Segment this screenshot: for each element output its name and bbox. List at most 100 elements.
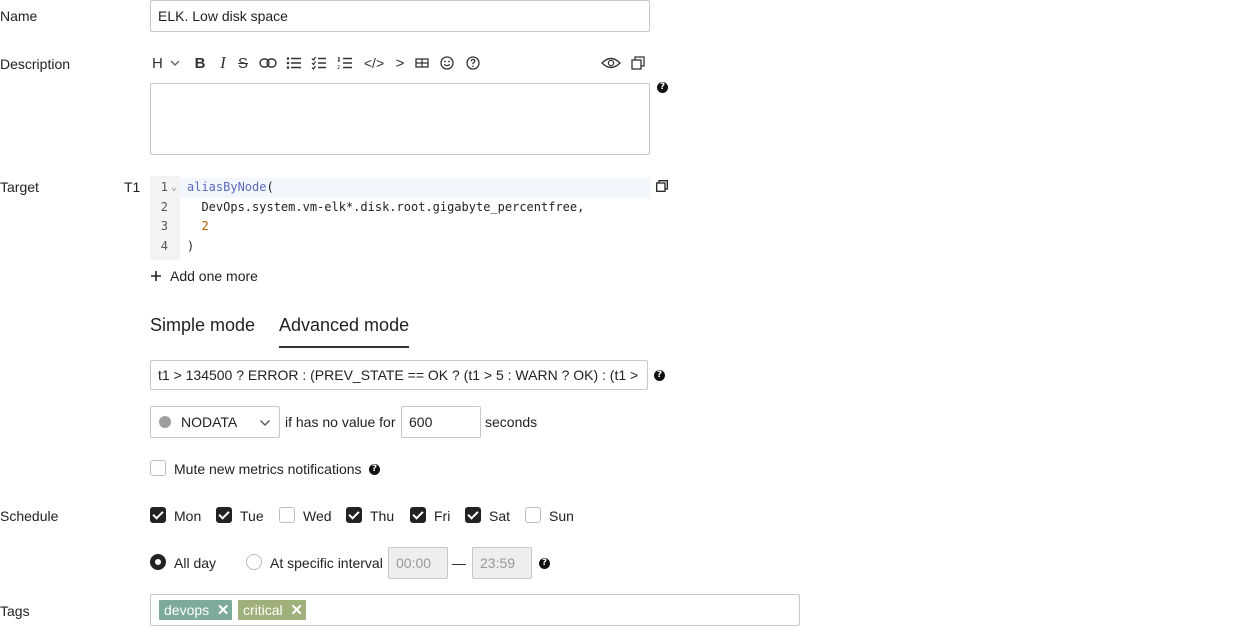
question-circle-icon [466,56,480,70]
code-line: aliasByNode( [187,180,274,194]
specific-interval-radio[interactable] [246,554,262,570]
italic-button[interactable]: I [216,52,230,74]
day-checkbox-tue[interactable] [216,507,232,523]
nodata-prefix-text: if has no value for [285,414,396,430]
bold-icon: B [194,54,206,72]
day-checkbox-wed[interactable] [279,507,295,523]
mute-help-icon[interactable]: ? [369,464,380,475]
code-number: 2 [201,219,209,233]
specific-interval-label: At specific interval [270,555,383,571]
link-button[interactable] [258,52,278,74]
day-label-thu: Thu [370,508,395,524]
name-label: Name [0,8,38,24]
day-label-tue: Tue [240,508,264,524]
chevron-down-icon [170,60,180,66]
nodata-suffix-text: seconds [485,414,538,430]
function-name: aliasByNode [187,180,267,194]
line-number: 2 [160,200,168,214]
day-checkbox-fri[interactable] [410,507,426,523]
nodata-state-select[interactable]: NODATA [150,406,280,438]
expression-input[interactable]: t1 > 134500 ? ERROR : (PREV_STATE == OK … [150,360,648,390]
day-checkbox-sun[interactable] [525,507,541,523]
tag-label: critical [243,602,283,618]
add-target-button[interactable]: Add one more [150,268,258,284]
remove-tag-icon[interactable]: ✕ [288,600,306,620]
target-id: T1 [124,179,141,195]
code-icon: </> [363,55,385,71]
bold-button[interactable]: B [192,52,208,74]
ordered-list-button[interactable]: 12 [336,52,354,74]
state-dot [159,416,171,428]
description-help-icon[interactable]: ? [657,82,668,93]
fullscreen-button[interactable] [630,52,646,74]
strikethrough-icon: S [237,54,248,72]
italic-icon: I [220,53,226,72]
help-button[interactable] [465,52,481,74]
day-label-mon: Mon [174,508,202,524]
heading-icon: H [152,54,163,72]
quote-button[interactable]: > [394,52,406,74]
line-number: 3 [160,219,168,233]
task-list-button[interactable] [310,52,328,74]
all-day-radio[interactable] [150,554,166,570]
state-select-value: NODATA [181,414,238,430]
description-textarea[interactable] [150,83,650,155]
schedule-label: Schedule [0,508,59,524]
strikethrough-button[interactable]: S [236,52,250,74]
bullet-list-button[interactable] [285,52,303,74]
quote-icon: > [395,54,405,72]
target-label: Target [0,179,39,195]
code-line: ) [187,239,195,253]
interval-from-input[interactable]: 00:00 [388,547,448,579]
table-icon [415,58,429,68]
expression-help-icon[interactable]: ? [654,370,665,381]
line-number: 4 [160,239,168,253]
task-list-icon [311,56,326,70]
tab-advanced-mode[interactable]: Advanced mode [279,315,409,336]
day-label-wed: Wed [303,508,332,524]
fullscreen-icon [631,56,645,70]
code-text: ( [266,180,274,194]
table-button[interactable] [414,52,430,74]
copy-icon [656,180,668,192]
code-button[interactable]: </> [362,52,386,74]
tags-label: Tags [0,603,30,619]
mute-checkbox[interactable] [150,460,166,476]
day-label-sun: Sun [549,508,574,524]
name-input[interactable]: ELK. Low disk space [150,0,650,32]
remove-tag-icon[interactable]: ✕ [214,600,232,620]
nodata-seconds-input[interactable]: 600 [401,406,481,438]
day-checkbox-sat[interactable] [465,507,481,523]
tag-label: devops [164,602,210,618]
day-checkbox-mon[interactable] [150,507,166,523]
chevron-down-icon [260,420,270,426]
smiley-icon [440,56,454,70]
tag-devops: devops ✕ [159,600,233,620]
active-tab-indicator [279,346,409,348]
preview-button[interactable] [600,52,622,74]
emoji-button[interactable] [439,52,455,74]
day-label-fri: Fri [434,508,451,524]
mute-label: Mute new metrics notifications [174,461,362,477]
tab-simple-mode[interactable]: Simple mode [150,315,255,336]
eye-icon [601,57,621,69]
all-day-label: All day [174,555,217,571]
interval-help-icon[interactable]: ? [539,558,550,569]
day-checkbox-thu[interactable] [346,507,362,523]
heading-dropdown[interactable]: H [152,52,182,74]
add-target-label: Add one more [170,268,258,284]
plus-icon [151,271,161,281]
svg-text:2: 2 [337,65,340,70]
bullet-list-icon [286,57,301,69]
code-line: 2 [187,219,209,233]
code-line: DevOps.system.vm-elk*.disk.root.gigabyte… [187,200,585,214]
line-number: 1 [160,180,168,194]
interval-to-input[interactable]: 23:59 [472,547,532,579]
fold-arrow-icon[interactable]: ⌄ [171,182,177,193]
tag-critical: critical ✕ [238,600,306,620]
copy-button[interactable] [656,179,668,195]
description-label: Description [0,56,71,72]
interval-dash: — [452,555,466,571]
day-label-sat: Sat [489,508,511,524]
target-code-editor[interactable]: 1 ⌄ 2 3 4 aliasByNode( DevOps.system.vm-… [150,176,650,260]
